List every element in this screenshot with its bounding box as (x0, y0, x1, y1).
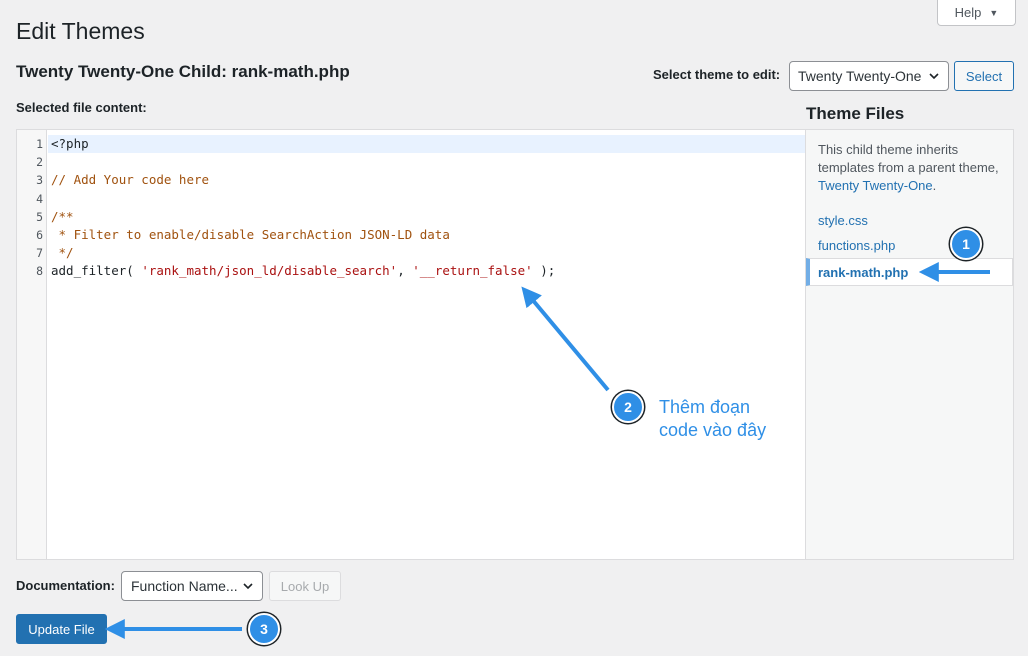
line-number: 5 (36, 209, 43, 224)
code-content: <?php (51, 135, 89, 153)
code-editor[interactable]: 1 <?php 2 3 // Add Your code here 4 5 /** 6 * Fi… (16, 129, 806, 560)
line-number: 3 (36, 173, 43, 188)
code-line[interactable]: 1 <?php (17, 135, 805, 153)
code-token: add_filter( (51, 263, 142, 279)
step-badge-2: 2 (612, 391, 644, 423)
content-label: Selected file content: (16, 100, 147, 115)
annotation-note-line-1: Thêm đoạn (659, 397, 751, 417)
theme-files-title: Theme Files (806, 104, 905, 123)
code-content: // Add Your code here (51, 171, 209, 189)
caret-down-icon: ▼ (989, 7, 999, 18)
code-line[interactable]: 6 * Filter to enable/disable SearchActio… (17, 226, 805, 244)
parent-theme-link[interactable]: Twenty Twenty-One (818, 178, 933, 193)
documentation-label: Documentation: (16, 578, 115, 593)
code-token: '__return_false' (412, 263, 533, 279)
code-content: */ (51, 244, 74, 262)
code-content: add_filter( 'rank_math/json_ld/disable_s… (51, 262, 555, 280)
update-file-button[interactable]: Update File (16, 614, 107, 644)
inherit-note-suffix: . (932, 178, 937, 193)
step-badge-3: 3 (248, 613, 280, 645)
annotation-note-line-2: code vào đây (659, 420, 767, 440)
file-link-functions-php[interactable]: functions.php (818, 238, 895, 253)
line-number: 4 (36, 191, 43, 206)
code-line[interactable]: 2 (17, 153, 805, 171)
code-token: * Filter to enable/disable SearchAction … (51, 227, 450, 242)
code-line[interactable]: 4 (17, 190, 805, 208)
file-link-rank-math-php[interactable]: rank-math.php (806, 258, 1013, 286)
function-select-value: Function Name... (131, 578, 238, 594)
file-link-style-css[interactable]: style.css (818, 213, 868, 228)
inherit-note: This child theme inherits templates from… (818, 141, 1003, 195)
code-line[interactable]: 8 add_filter( 'rank_math/json_ld/disable_… (17, 262, 805, 280)
code-token: */ (51, 245, 74, 261)
look-up-button[interactable]: Look Up (269, 571, 341, 601)
line-number: 7 (36, 246, 43, 261)
theme-select[interactable]: Twenty Twenty-One (789, 61, 949, 91)
chevron-down-icon (243, 583, 253, 590)
line-number: 6 (36, 228, 43, 242)
chevron-down-icon (929, 73, 939, 80)
code-token: ); (532, 263, 556, 279)
function-name-select[interactable]: Function Name... (121, 571, 263, 601)
select-theme-label: Select theme to edit: (653, 67, 781, 82)
code-content: /** (51, 208, 74, 226)
line-number: 1 (36, 137, 43, 151)
file-title: Twenty Twenty-One Child: rank-math.php (16, 62, 350, 81)
code-token: , (397, 263, 413, 279)
help-label: Help (954, 5, 982, 20)
code-token: 'rank_math/json_ld/disable_search' (141, 263, 398, 279)
code-line[interactable]: 5 /** (17, 208, 805, 226)
active-file-label: rank-math.php (818, 265, 909, 280)
line-number: 8 (36, 264, 43, 279)
page-title: Edit Themes (16, 18, 145, 44)
line-number: 2 (36, 155, 43, 170)
inherit-note-text: This child theme inherits templates from… (818, 142, 999, 175)
code-token: <?php (51, 136, 89, 151)
code-line[interactable]: 3 // Add Your code here (17, 171, 805, 189)
step-badge-1: 1 (950, 228, 982, 260)
annotation-note: Thêm đoạn code vào đây (659, 396, 766, 442)
code-token: // Add Your code here (51, 172, 210, 188)
code-line[interactable]: 7 */ (17, 244, 805, 262)
help-button[interactable]: Help ▼ (937, 0, 1016, 26)
code-token: /** (51, 208, 74, 224)
theme-select-value: Twenty Twenty-One (798, 68, 922, 84)
code-content: * Filter to enable/disable SearchAction … (51, 226, 450, 244)
select-button[interactable]: Select (954, 61, 1014, 91)
